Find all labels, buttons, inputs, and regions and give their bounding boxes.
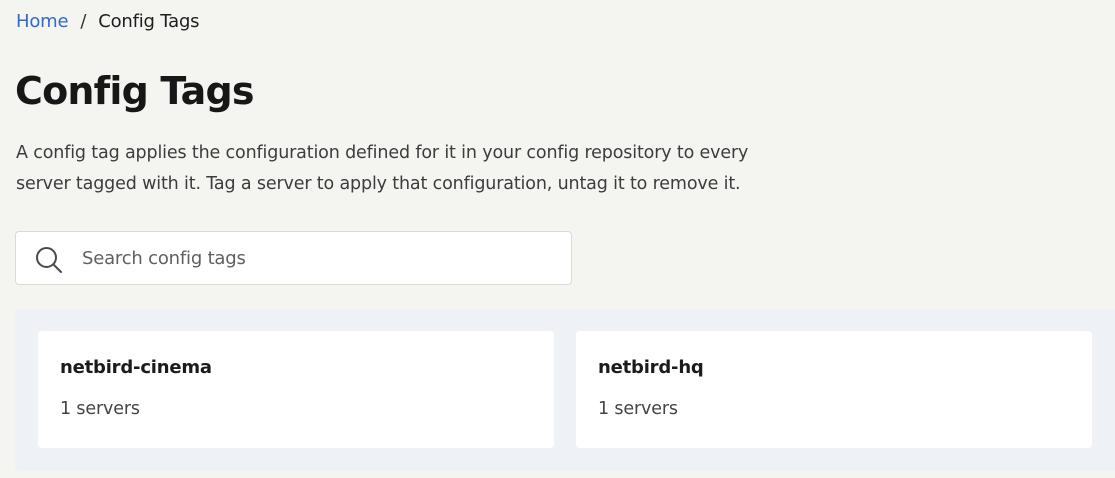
breadcrumb: Home / Config Tags xyxy=(16,9,200,33)
breadcrumb-separator: / xyxy=(80,10,87,32)
config-tag-card[interactable]: netbird-hq 1 servers xyxy=(576,331,1092,448)
config-tag-server-count: 1 servers xyxy=(60,399,140,419)
page-title: Config Tags xyxy=(15,69,255,113)
config-tag-name: netbird-cinema xyxy=(60,357,212,378)
breadcrumb-current: Config Tags xyxy=(98,10,200,32)
config-tag-name: netbird-hq xyxy=(598,357,704,378)
config-tag-card[interactable]: netbird-cinema 1 servers xyxy=(38,331,554,448)
breadcrumb-home-link[interactable]: Home xyxy=(16,11,69,32)
search-icon xyxy=(36,247,62,273)
page-description: A config tag applies the configuration d… xyxy=(16,143,749,194)
search-input[interactable] xyxy=(82,232,552,284)
config-tag-server-count: 1 servers xyxy=(598,399,678,419)
config-tags-list: netbird-cinema 1 servers netbird-hq 1 se… xyxy=(15,309,1115,471)
search-box[interactable] xyxy=(15,231,572,285)
